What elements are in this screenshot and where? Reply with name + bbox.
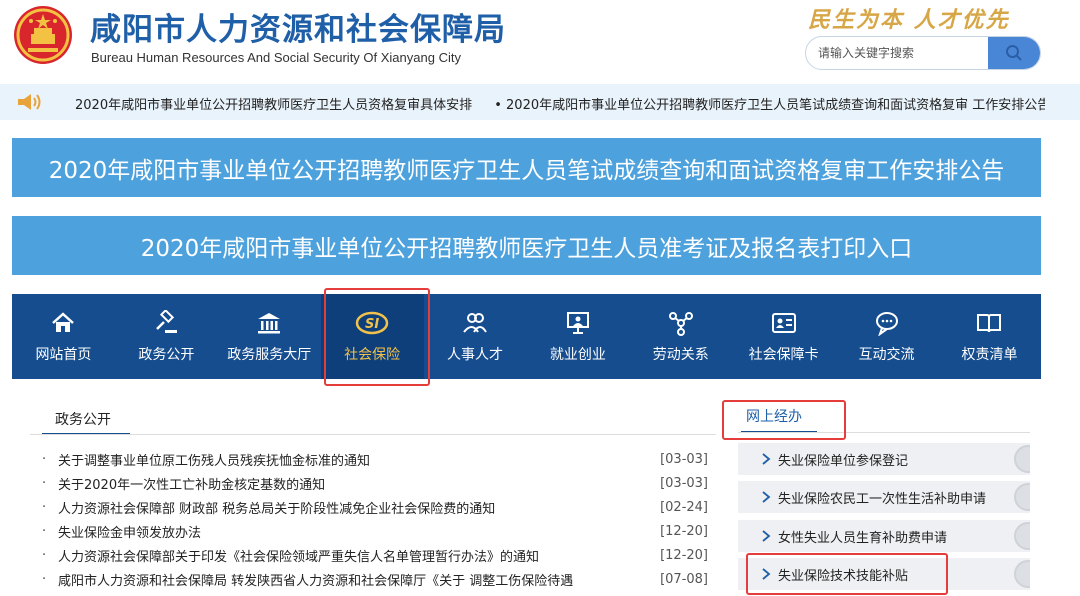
nav-item-responsibility-list[interactable]: 权责清单 [938,294,1041,379]
main-nav: 网站首页 政务公开 政务服务大厅 SI 社会保险 人事人才 就业创业 劳动关系 … [12,294,1041,379]
chat-icon [875,312,898,336]
search-box [805,36,1041,70]
service-label: 女性失业人员生育补助费申请 [778,530,948,546]
list-item[interactable]: · 咸阳市人力资源和社会保障局 转发陕西省人力资源和社会保障厅《关于 调整工伤保… [42,567,708,591]
svg-text:SI: SI [365,317,379,332]
speaker-icon [18,94,41,110]
chevron-right-icon [762,491,771,503]
site-title: 咸阳市人力资源和社会保障局 [90,12,506,48]
news-ticker: 2020年咸阳市事业单位公开招聘教师医疗卫生人员资格复审具体安排 • 2020年… [0,84,1080,120]
social-insurance-logo-icon: SI [355,311,389,335]
chevron-right-icon [762,453,771,465]
bullet: · [42,547,47,563]
news-title[interactable]: 关于2020年一次性工亡补助金核定基数的通知 [58,474,658,493]
nav-item-service-hall[interactable]: 政务服务大厅 [218,294,321,379]
news-date: [12-20] [660,523,708,539]
news-title[interactable]: 失业保险金申领发放办法 [58,522,658,541]
bullet: · [42,451,47,467]
news-title[interactable]: 人力资源社会保障部 财政部 税务总局关于阶段性减免企业社会保险费的通知 [58,498,658,517]
decorative-seal-icon [1014,445,1030,473]
site-header: 咸阳市人力资源和社会保障局 Bureau Human Resources And… [0,0,1080,84]
list-item[interactable]: · 关于调整事业单位原工伤残人员残疾抚恤金标准的通知 [03-03] [42,447,708,471]
nav-item-personnel-talent[interactable]: 人事人才 [424,294,527,379]
ticker-item[interactable]: 2020年咸阳市事业单位公开招聘教师医疗卫生人员资格复审具体安排 [75,98,472,113]
book-icon [977,314,1002,333]
decorative-seal-icon [1014,560,1030,588]
nav-label: 社会保险 [344,347,401,363]
slogan: 民生为本 人才优先 [808,7,1010,33]
gavel-icon [156,310,178,333]
home-icon [52,312,75,332]
nav-label: 网站首页 [35,347,92,363]
nav-item-labor-relations[interactable]: 劳动关系 [629,294,732,379]
national-emblem-icon [14,6,72,64]
ticker-item[interactable]: • 2020年咸阳市事业单位公开招聘教师医疗卫生人员笔试成绩查询和面试资格复审 … [494,98,1045,113]
nav-label: 政务公开 [138,347,195,363]
service-item[interactable]: 失业保险单位参保登记 [738,443,1030,475]
news-date: [02-24] [660,499,708,515]
nav-item-social-insurance[interactable]: SI 社会保险 [320,294,424,379]
bullet: · [42,571,47,587]
nav-item-employment[interactable]: 就业创业 [526,294,629,379]
decorative-seal-icon [1014,522,1030,550]
nav-item-social-security-card[interactable]: 社会保障卡 [732,294,835,379]
nav-label: 权责清单 [961,347,1018,363]
search-icon [1006,45,1022,61]
print-entry-banner[interactable]: 2020年咸阳市事业单位公开招聘教师医疗卫生人员准考证及报名表打印入口 [12,216,1041,275]
nav-item-interaction[interactable]: 互动交流 [835,294,938,379]
nav-label: 就业创业 [549,347,606,363]
news-title[interactable]: 咸阳市人力资源和社会保障局 转发陕西省人力资源和社会保障厅《关于 调整工伤保险待… [58,570,658,589]
chevron-right-icon [762,530,771,542]
service-item[interactable]: 女性失业人员生育补助费申请 [738,520,1030,552]
nav-label: 政务服务大厅 [227,347,312,363]
announcement-banner[interactable]: 2020年咸阳市事业单位公开招聘教师医疗卫生人员笔试成绩查询和面试资格复审工作安… [12,138,1041,197]
news-date: [03-03] [660,451,708,467]
nav-item-home[interactable]: 网站首页 [12,294,115,379]
news-title[interactable]: 关于调整事业单位原工伤残人员残疾抚恤金标准的通知 [58,450,658,469]
service-item[interactable]: 失业保险技术技能补贴 [738,558,1030,590]
ticker-text: 2020年咸阳市事业单位公开招聘教师医疗卫生人员资格复审具体安排 • 2020年… [75,94,1045,113]
nav-label: 劳动关系 [652,347,709,363]
service-item[interactable]: 失业保险农民工一次性生活补助申请 [738,481,1030,513]
news-title[interactable]: 人力资源社会保障部关于印发《社会保险领域严重失信人名单管理暂行办法》的通知 [58,546,658,565]
service-label: 失业保险技术技能补贴 [778,568,909,584]
government-building-icon [258,313,281,334]
list-item[interactable]: · 失业保险金申领发放办法 [12-20] [42,519,708,543]
id-card-icon [771,313,796,333]
list-item[interactable]: · 人力资源社会保障部 财政部 税务总局关于阶段性减免企业社会保险费的通知 [0… [42,495,708,519]
tab-government-affairs[interactable]: 政务公开 [55,409,111,429]
network-icon [668,312,693,336]
people-icon [463,313,487,333]
presentation-icon [566,312,589,334]
search-input[interactable] [806,37,990,69]
bullet: · [42,499,47,515]
bullet: · [42,523,47,539]
service-label: 失业保险单位参保登记 [778,453,909,469]
list-item[interactable]: · 人力资源社会保障部关于印发《社会保险领域严重失信人名单管理暂行办法》的通知 … [42,543,708,567]
divider [30,434,716,435]
nav-item-government-affairs[interactable]: 政务公开 [115,294,218,379]
nav-label: 社会保障卡 [748,347,819,363]
news-list: · 关于调整事业单位原工伤残人员残疾抚恤金标准的通知 [03-03] · 关于2… [42,447,708,591]
news-date: [03-03] [660,475,708,491]
nav-label: 互动交流 [858,347,915,363]
search-button[interactable] [988,37,1040,69]
tab-online-services[interactable]: 网上经办 [746,406,802,426]
bullet: · [42,475,47,491]
news-date: [07-08] [660,571,708,587]
service-label: 失业保险农民工一次性生活补助申请 [778,491,987,507]
chevron-right-icon [762,568,771,580]
divider [738,432,1030,433]
list-item[interactable]: · 关于2020年一次性工亡补助金核定基数的通知 [03-03] [42,471,708,495]
nav-label: 人事人才 [447,347,503,363]
site-subtitle: Bureau Human Resources And Social Securi… [91,50,461,65]
decorative-seal-icon [1014,483,1030,511]
news-date: [12-20] [660,547,708,563]
